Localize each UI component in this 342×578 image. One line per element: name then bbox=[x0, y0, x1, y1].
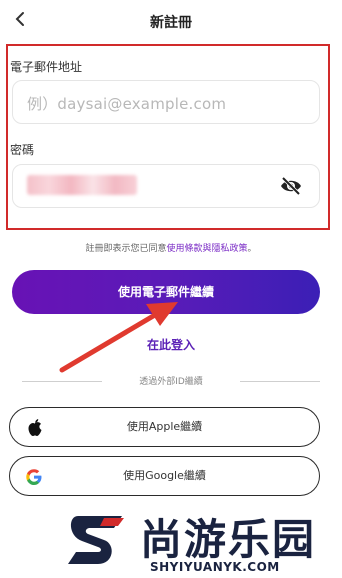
terms-text: 註冊即表示您已同意使用條款與隱私政策。 bbox=[0, 241, 342, 254]
masked-password-value bbox=[27, 175, 137, 195]
terms-link[interactable]: 使用條款與隱私政策 bbox=[166, 244, 247, 254]
eye-off-icon[interactable] bbox=[279, 176, 303, 196]
terms-suffix: 。 bbox=[247, 244, 257, 254]
watermark-url: SHYIYUANYK.COM bbox=[150, 560, 280, 574]
apple-button-label: 使用Apple繼續 bbox=[126, 420, 203, 433]
password-field[interactable] bbox=[12, 164, 320, 208]
divider-line-right bbox=[240, 381, 320, 382]
watermark-logo-icon bbox=[68, 516, 124, 564]
terms-prefix: 註冊即表示您已同意 bbox=[85, 244, 167, 254]
google-button-label: 使用Google繼續 bbox=[123, 469, 206, 482]
continue-with-google-button[interactable]: 使用Google繼續 bbox=[9, 456, 320, 496]
password-label: 密碼 bbox=[10, 143, 35, 157]
watermark-brand: 尚游乐园 bbox=[140, 515, 317, 564]
email-field[interactable]: 例）daysai@example.com bbox=[12, 80, 320, 124]
email-placeholder: 例）daysai@example.com bbox=[27, 95, 227, 113]
login-link[interactable]: 在此登入 bbox=[0, 336, 342, 353]
email-label: 電子郵件地址 bbox=[10, 60, 83, 74]
page-title: 新註冊 bbox=[150, 15, 192, 31]
continue-with-apple-button[interactable]: 使用Apple繼續 bbox=[9, 407, 320, 447]
